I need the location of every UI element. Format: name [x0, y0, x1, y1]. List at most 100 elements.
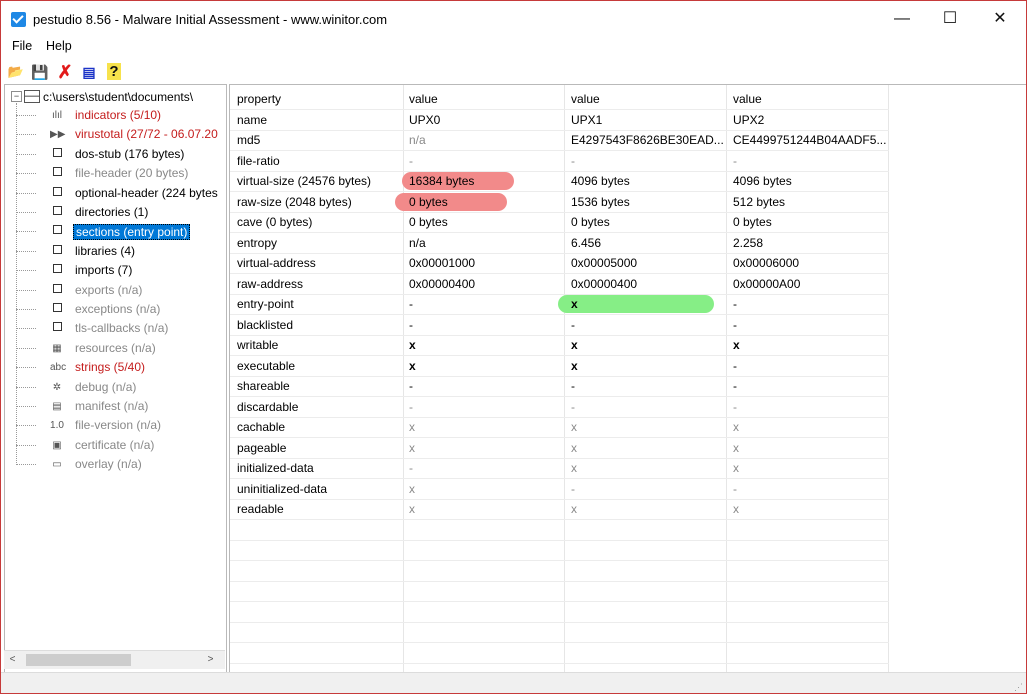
value-cell: x	[733, 461, 739, 475]
scroll-left-icon[interactable]: <	[4, 651, 21, 669]
collapse-icon[interactable]: −	[11, 91, 22, 103]
box-icon	[50, 322, 64, 336]
value-cell: -	[733, 481, 737, 496]
grid-empty-row	[230, 643, 889, 664]
grid-header-row[interactable]: property value value value	[230, 89, 889, 110]
grid-row[interactable]: shareable - - -	[230, 376, 889, 397]
grid-row[interactable]: executable x x -	[230, 356, 889, 377]
grid-row[interactable]: pageable x x x	[230, 438, 889, 459]
value-cell: -	[733, 379, 737, 393]
tree-item-label: overlay (n/a)	[75, 457, 142, 472]
list-icon[interactable]: ▤	[80, 63, 98, 81]
tree-connector	[16, 231, 36, 233]
tree-view[interactable]: − c:\users\student\documents\ ılıl indicat…	[4, 84, 227, 673]
tree-connector	[16, 406, 36, 407]
sections-grid[interactable]: property value value value name UPX0 UPX1 UPX2 m…	[229, 84, 1026, 673]
menu-help[interactable]: Help	[46, 39, 72, 53]
grid-row[interactable]: raw-address 0x00000400 0x00000400 0x00000A0…	[230, 274, 889, 295]
value-cell: -	[409, 379, 413, 393]
tree-item-label: optional-header (224 bytes	[75, 185, 218, 200]
property-cell: cachable	[237, 420, 286, 434]
property-cell: virtual-size (24576 bytes)	[237, 174, 372, 188]
grid-row[interactable]: cave (0 bytes) 0 bytes 0 bytes 0 bytes	[230, 212, 889, 233]
grid-row[interactable]: entropy n/a 6.456 2.258	[230, 233, 889, 254]
tree-item-label: exceptions (n/a)	[75, 302, 161, 316]
grid-row[interactable]: writable x x x	[230, 335, 889, 356]
value-cell: 0x00000A00	[733, 276, 801, 291]
property-cell: entropy	[237, 235, 278, 250]
column-header[interactable]: value	[571, 92, 600, 106]
value-cell: -	[733, 317, 737, 332]
value-cell: E4297543F8626BE30EAD...	[571, 133, 724, 147]
value-cell: 0x00000400	[571, 276, 638, 291]
minimize-button[interactable]: —	[879, 1, 925, 37]
value-cell: 4096 bytes	[733, 174, 792, 188]
strings-icon: abc	[50, 362, 67, 374]
grid-row[interactable]: virtual-size (24576 bytes) 16384 bytes 409…	[230, 171, 889, 192]
grid-row[interactable]: md5 n/a E4297543F8626BE30EAD... CE449975124…	[230, 130, 889, 151]
value-cell: x	[409, 358, 416, 373]
value-cell: x	[571, 440, 577, 455]
title-bar[interactable]: pestudio 8.56 - Malware Initial Assessme…	[1, 1, 1026, 37]
tree-connector	[16, 134, 36, 136]
column-header[interactable]: value	[409, 92, 438, 106]
property-cell: cave (0 bytes)	[237, 215, 313, 229]
column-header[interactable]: property	[237, 92, 281, 106]
tree-connector	[16, 444, 36, 446]
grid-row[interactable]: file-ratio - - -	[230, 151, 889, 172]
value-cell: 0 bytes	[733, 215, 772, 229]
tree-item-label: manifest (n/a)	[75, 399, 149, 413]
property-cell: virtual-address	[237, 256, 316, 270]
tree-item-label: debug (n/a)	[75, 379, 137, 394]
save-icon[interactable]: 💾	[31, 63, 49, 81]
grid-row[interactable]: entry-point - x -	[230, 294, 889, 315]
bug-icon: ✲	[52, 381, 62, 393]
tree-item-label: strings (5/40)	[75, 360, 146, 375]
scroll-right-icon[interactable]: >	[202, 651, 219, 669]
grid-row[interactable]: discardable - - -	[230, 397, 889, 418]
grid-row[interactable]: cachable x x x	[230, 417, 889, 438]
grid-empty-row	[230, 622, 889, 643]
toolbar: 📂 💾 ✗ ▤ ?	[1, 59, 1026, 84]
tree-item-label: exports (n/a)	[75, 282, 143, 297]
property-cell: shareable	[237, 379, 290, 393]
property-cell: blacklisted	[237, 317, 294, 332]
open-folder-icon[interactable]: 📂	[7, 63, 25, 81]
scroll-thumb[interactable]	[26, 654, 131, 666]
value-cell: x	[571, 358, 578, 373]
grid-row[interactable]: blacklisted - - -	[230, 315, 889, 336]
value-cell: -	[733, 358, 737, 373]
value-cell: 6.456	[571, 235, 602, 250]
property-cell: raw-size (2048 bytes)	[237, 194, 352, 209]
tree-connector	[16, 367, 36, 369]
box-icon	[50, 264, 64, 278]
property-cell: uninitialized-data	[237, 481, 328, 496]
grid-row[interactable]: virtual-address 0x00001000 0x00005000 0x000…	[230, 253, 889, 274]
close-button[interactable]: ✕	[977, 1, 1023, 37]
tree-item-label: resources (n/a)	[75, 340, 156, 355]
value-cell: 4096 bytes	[571, 174, 630, 188]
tree-item-label: indicators (5/10)	[75, 108, 162, 122]
tree-connector	[16, 289, 36, 291]
column-header[interactable]: value	[733, 92, 762, 106]
value-cell: x	[571, 502, 577, 516]
property-cell: file-ratio	[237, 153, 280, 168]
resize-grip-icon[interactable]: ⋰	[1014, 682, 1024, 692]
value-cell: -	[409, 297, 413, 311]
value-cell: x	[409, 440, 415, 455]
value-cell: 2.258	[733, 235, 764, 250]
delete-icon[interactable]: ✗	[56, 63, 74, 81]
grid-row[interactable]: initialized-data - x x	[230, 458, 889, 479]
horizontal-scrollbar[interactable]: < >	[4, 650, 225, 669]
value-cell: CE4499751244B04AADF5...	[733, 133, 887, 147]
grid-row[interactable]: raw-size (2048 bytes) 0 bytes 1536 bytes 51…	[230, 192, 889, 213]
grid-row[interactable]: readable x x x	[230, 499, 889, 520]
help-icon[interactable]: ?	[105, 63, 123, 81]
tree-root[interactable]: − c:\users\student\documents\	[11, 89, 193, 107]
box-icon	[50, 206, 64, 220]
maximize-button[interactable]: ☐	[927, 1, 973, 37]
menu-file[interactable]: File	[12, 39, 32, 53]
grid-row[interactable]: name UPX0 UPX1 UPX2	[230, 110, 889, 131]
tree-item-label: file-version (n/a)	[75, 418, 162, 433]
grid-row[interactable]: uninitialized-data x - -	[230, 479, 889, 500]
